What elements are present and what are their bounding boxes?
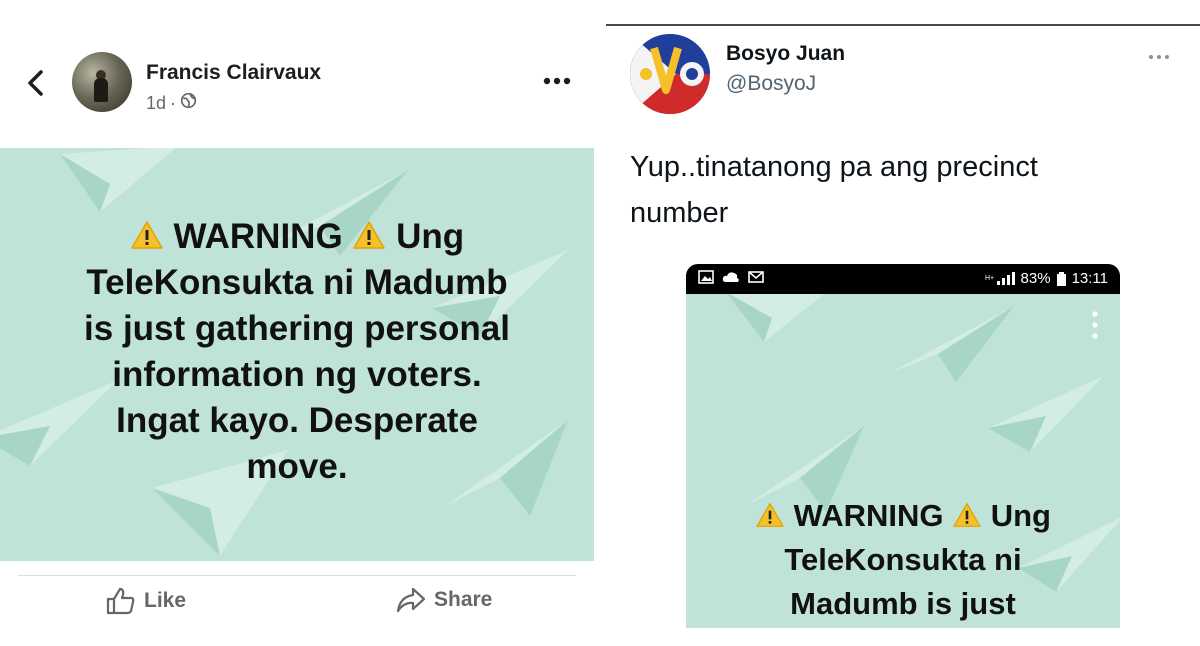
post-time[interactable]: 1d (146, 93, 166, 114)
tweet-text: Yup..tinatanong pa ang precinct number (630, 144, 1150, 236)
post-meta: 1d · (146, 92, 197, 114)
screenshot-line-1-rest: Ung (990, 498, 1051, 533)
warning-line-1-rest: Ung (396, 217, 465, 256)
tweet-author-avatar[interactable] (630, 34, 710, 114)
more-options-icon[interactable] (540, 70, 574, 92)
warning-line-1: WARNING Ung (0, 214, 594, 260)
warning-icon (131, 221, 163, 249)
clock: 13:11 (1071, 270, 1108, 287)
cloud-icon (722, 272, 739, 282)
like-label: Like (144, 589, 187, 612)
tweet-text-line-2: number (630, 197, 729, 229)
divider (18, 575, 576, 576)
warning-icon (756, 503, 784, 527)
image-icon (698, 270, 714, 284)
tweet-author-name[interactable]: Bosyo Juan (726, 42, 845, 66)
screenshot-warning-word: WARNING (793, 498, 944, 533)
warning-icon (953, 503, 981, 527)
meta-separator: · (170, 92, 177, 113)
paper-plane-icon (60, 148, 176, 212)
screenshot-line-3: Madumb is just (790, 586, 1016, 621)
paper-plane-icon (888, 306, 1014, 382)
warning-line-5: Ingat kayo. Desperate (116, 401, 478, 440)
more-options-icon[interactable] (1148, 44, 1170, 65)
tweet-author-handle[interactable]: @BosyoJ (726, 72, 816, 96)
paper-plane-icon (727, 294, 824, 342)
signal-icon: H+ (985, 271, 1015, 285)
screenshot-line-2: TeleKonsukta ni (784, 542, 1022, 577)
battery-icon (1056, 271, 1066, 286)
warning-word: WARNING (173, 217, 343, 256)
author-avatar[interactable] (72, 52, 132, 112)
warning-line-6: move. (246, 447, 348, 486)
screenshot-line-1: WARNING Ung (686, 494, 1120, 538)
battery-percent: 83% (1020, 270, 1051, 287)
thumbs-up-icon (106, 587, 135, 615)
attached-screenshot[interactable]: H+ 83% 13:11 WARNING Ung TeleKonsukta ni (686, 264, 1120, 628)
tweet-text-line-1: Yup..tinatanong pa ang precinct (630, 151, 1038, 183)
share-label: Share (434, 588, 493, 611)
share-button[interactable]: Share (396, 587, 492, 613)
status-right: H+ 83% 13:11 (985, 270, 1108, 287)
globe-icon (180, 92, 197, 114)
phone-status-bar: H+ 83% 13:11 (686, 264, 1120, 294)
share-arrow-icon (396, 587, 426, 613)
tweet: Bosyo Juan @BosyoJ Yup..tinatanong pa an… (606, 24, 1200, 628)
svg-text:H+: H+ (985, 275, 994, 282)
warning-line-4: information ng voters. (112, 355, 482, 394)
status-notification-icons (698, 270, 764, 284)
author-name[interactable]: Francis Clairvaux (146, 61, 321, 85)
warning-icon (353, 221, 386, 249)
back-arrow-icon[interactable] (22, 68, 48, 98)
screenshot-warning-message: WARNING Ung TeleKonsukta ni Madumb is ju… (686, 494, 1120, 626)
like-button[interactable]: Like (106, 587, 186, 615)
mail-icon (748, 271, 764, 283)
warning-message: WARNING Ung TeleKonsukta ni Madumb is ju… (0, 214, 594, 490)
more-vertical-icon[interactable] (1092, 310, 1098, 340)
paper-plane-icon (988, 376, 1104, 452)
warning-line-3: is just gathering personal (84, 309, 510, 348)
facebook-post: Francis Clairvaux 1d · WARNING Ung TeleK… (0, 24, 594, 626)
post-card: WARNING Ung TeleKonsukta ni Madumb is ju… (0, 148, 594, 561)
phone-screen: WARNING Ung TeleKonsukta ni Madumb is ju… (686, 294, 1120, 628)
warning-line-2: TeleKonsukta ni Madumb (86, 263, 508, 302)
